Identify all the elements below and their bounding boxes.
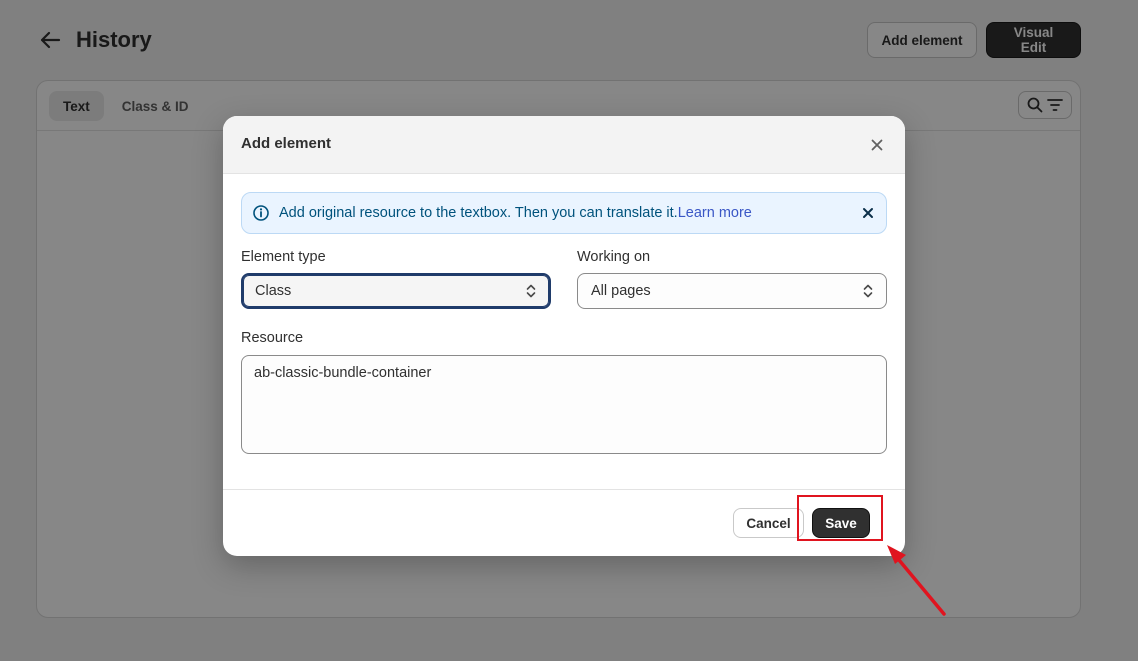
select-chevron-icon	[526, 284, 536, 298]
cancel-button[interactable]: Cancel	[733, 508, 804, 538]
highlight-annotation	[797, 495, 883, 541]
add-element-modal: Add element Add original resource to the…	[223, 116, 905, 556]
element-type-select[interactable]: Class	[241, 273, 551, 309]
select-chevron-icon	[863, 284, 873, 298]
info-banner: Add original resource to the textbox. Th…	[241, 192, 887, 234]
info-icon	[252, 204, 270, 222]
pointer-arrow-icon	[887, 545, 946, 616]
close-icon[interactable]	[867, 135, 887, 155]
working-on-select[interactable]: All pages	[577, 273, 887, 309]
resource-label: Resource	[241, 330, 304, 346]
resource-value: ab-classic-bundle-container	[254, 365, 432, 381]
working-on-label: Working on	[577, 249, 651, 265]
footer-divider	[223, 489, 905, 490]
element-type-value: Class	[255, 283, 292, 299]
banner-text: Add original resource to the textbox. Th…	[279, 205, 752, 221]
learn-more-link[interactable]: Learn more	[678, 205, 752, 221]
resource-textarea[interactable]: ab-classic-bundle-container	[241, 355, 887, 454]
modal-title: Add element	[241, 135, 332, 152]
element-type-label: Element type	[241, 249, 326, 265]
banner-close-icon[interactable]	[860, 205, 876, 221]
banner-message: Add original resource to the textbox. Th…	[279, 205, 678, 221]
modal-header: Add element	[223, 116, 905, 174]
working-on-value: All pages	[591, 283, 651, 299]
